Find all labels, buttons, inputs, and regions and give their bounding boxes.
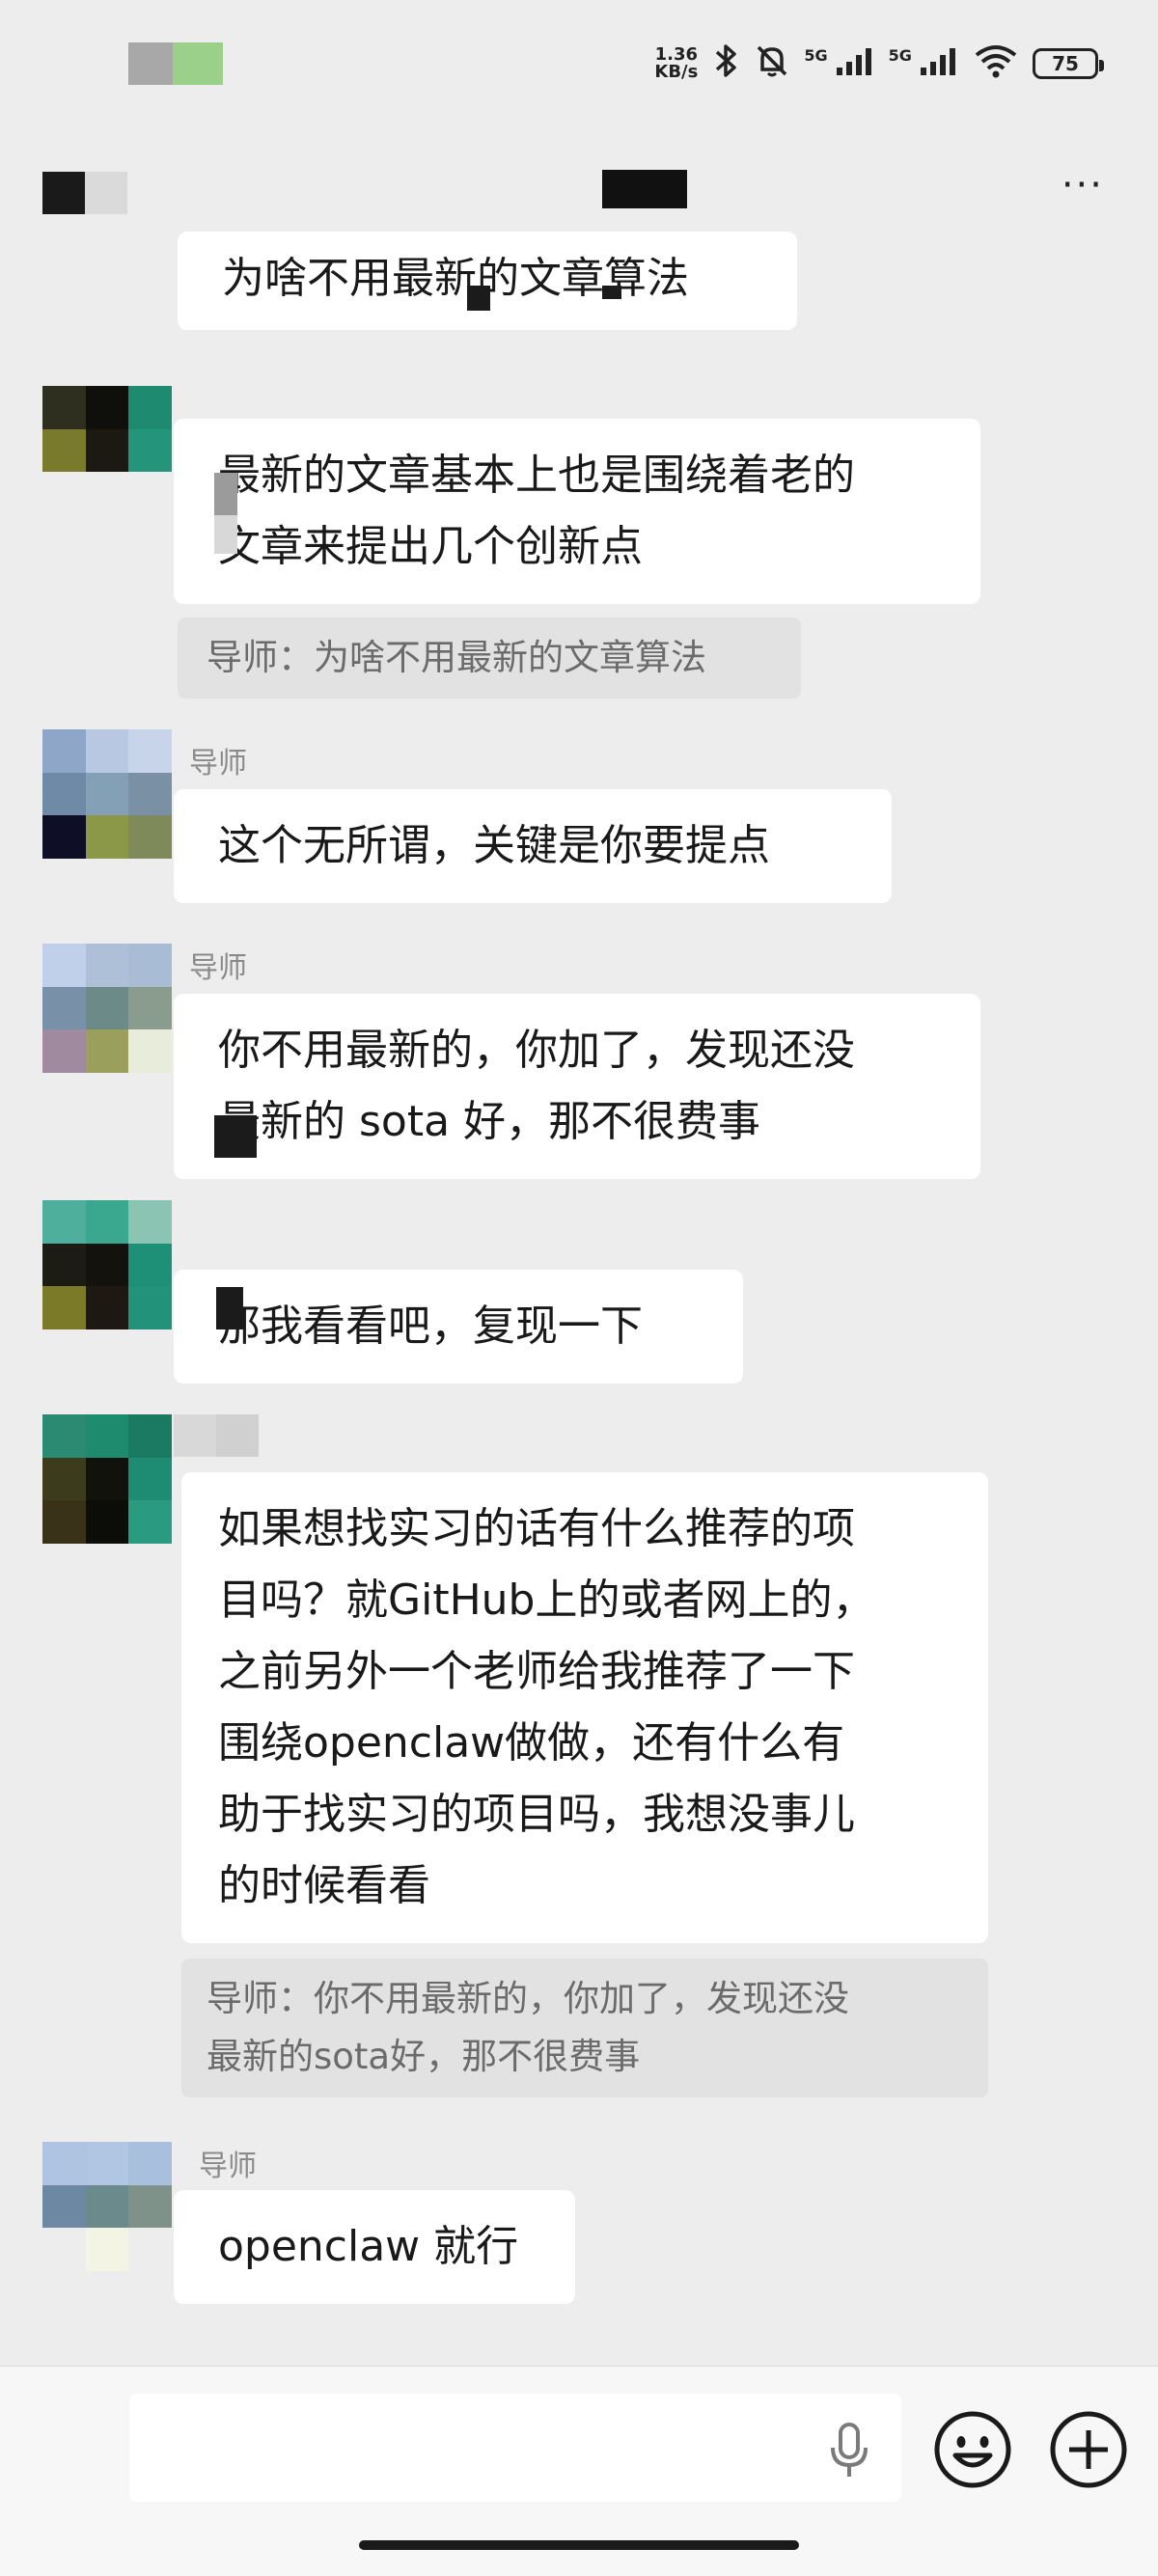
avatar[interactable] (42, 1200, 172, 1329)
sender-name: 导师 (189, 951, 247, 985)
avatar[interactable] (42, 1414, 172, 1544)
more-options-button[interactable]: ··· (1062, 166, 1104, 205)
redaction-mark (602, 286, 621, 299)
message-text-line: 助于找实习的项目吗，我想没事儿 (218, 1790, 855, 1839)
avatar[interactable] (42, 944, 172, 1073)
message-text-line: 那我看看吧，复现一下 (218, 1302, 643, 1351)
redaction-mark (214, 473, 237, 515)
message-bubble[interactable]: 这个无所谓，关键是你要提点 (174, 789, 892, 903)
message-bubble[interactable]: 那我看看吧，复现一下 (174, 1270, 743, 1384)
message-input-bar (0, 2366, 1158, 2576)
chat-header: ··· (0, 145, 1158, 241)
message-bubble[interactable]: 为啥不用最新的文章算法 (178, 232, 797, 330)
add-attachment-icon[interactable] (1048, 2409, 1129, 2490)
redaction-mark (214, 515, 237, 554)
message-text-line: 为啥不用最新的文章算法 (222, 254, 689, 303)
home-indicator[interactable] (359, 2540, 799, 2550)
chat-title-redacted (602, 170, 687, 208)
quote-text-line: 导师：你不用最新的，你加了，发现还没 (207, 1978, 849, 2019)
message-input[interactable] (129, 2394, 901, 2502)
message-text-line: openclaw 就行 (218, 2222, 519, 2271)
quoted-reply[interactable]: 导师：你不用最新的，你加了，发现还没 最新的sota好，那不很费事 (181, 1959, 988, 2097)
sender-name: 导师 (199, 2150, 257, 2183)
sender-name: 导师 (189, 747, 247, 781)
message-text-line: 最新的文章基本上也是围绕着老的 (218, 451, 855, 500)
unread-count-redacted (85, 172, 127, 214)
message-text-line: 的时候看看 (218, 1861, 430, 1910)
message-text-line: 围绕openclaw做做，还有什么有 (218, 1718, 845, 1768)
chat-message-list[interactable]: 为啥不用最新的文章算法 最新的文章基本上也是围绕着老的 文章来提出几个创新点 导… (0, 0, 1158, 2344)
quote-text-line: 最新的sota好，那不很费事 (207, 2036, 641, 2077)
quoted-reply[interactable]: 导师：为啥不用最新的文章算法 (178, 617, 801, 699)
message-bubble[interactable]: openclaw 就行 (174, 2190, 575, 2304)
redaction-mark (467, 286, 490, 311)
message-text-line: 如果想找实习的话有什么推荐的项 (218, 1504, 855, 1553)
sender-name-redacted (174, 1414, 216, 1457)
message-bubble[interactable]: 你不用最新的，你加了，发现还没 最新的 sota 好，那不很费事 (174, 994, 980, 1179)
avatar[interactable] (42, 2142, 172, 2271)
back-button-redacted[interactable] (42, 172, 85, 214)
avatar[interactable] (42, 729, 172, 859)
message-text-line: 你不用最新的，你加了，发现还没 (218, 1026, 855, 1075)
message-bubble[interactable]: 最新的文章基本上也是围绕着老的 文章来提出几个创新点 (174, 419, 980, 604)
message-text-line: 之前另外一个老师给我推荐了一下 (218, 1647, 855, 1696)
message-text-line: 文章来提出几个创新点 (218, 522, 643, 571)
quote-text-line: 导师：为啥不用最新的文章算法 (207, 637, 706, 678)
message-text-line: 最新的 sota 好，那不很费事 (218, 1097, 761, 1146)
message-bubble[interactable]: 如果想找实习的话有什么推荐的项 目吗？就GitHub上的或者网上的， 之前另外一… (181, 1472, 988, 1943)
message-text-line: 这个无所谓，关键是你要提点 (218, 821, 770, 870)
message-text-line: 目吗？就GitHub上的或者网上的， (218, 1576, 875, 1625)
avatar[interactable] (42, 386, 172, 515)
redaction-mark (216, 1287, 243, 1329)
redaction-mark (214, 1115, 257, 1158)
sender-name-redacted (216, 1414, 259, 1457)
emoji-icon[interactable] (932, 2409, 1013, 2490)
microphone-icon[interactable] (825, 2421, 873, 2480)
